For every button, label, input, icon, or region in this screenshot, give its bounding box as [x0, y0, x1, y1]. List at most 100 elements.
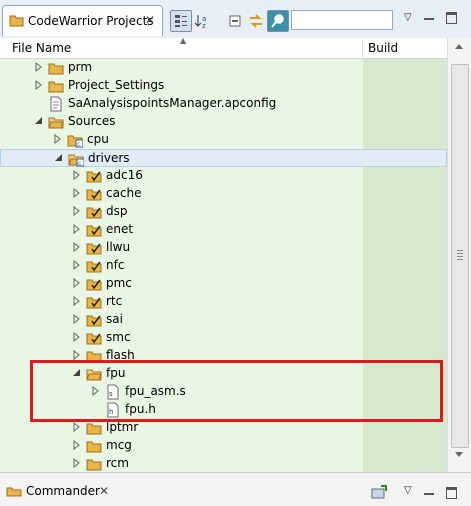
collapse-all-button[interactable]: [170, 10, 192, 32]
tree-row[interactable]: llwu: [0, 239, 447, 257]
collapsed-twisty-icon[interactable]: [72, 458, 82, 468]
collapsed-twisty-icon[interactable]: [72, 350, 82, 360]
tab-title: CodeWarrior Projects: [28, 14, 154, 28]
tree-row[interactable]: sai: [0, 311, 447, 329]
scroll-thumb[interactable]: [451, 64, 469, 448]
search-button[interactable]: [267, 10, 289, 32]
tree-row[interactable]: c cpu: [0, 131, 447, 149]
collapsed-twisty-icon[interactable]: [72, 278, 82, 288]
commander-icon: [6, 487, 22, 497]
collapsed-twisty-icon[interactable]: [72, 242, 82, 252]
close-icon[interactable]: ✕: [99, 484, 109, 498]
tree-item-label: lptmr: [106, 420, 139, 434]
folder-icon: [86, 423, 102, 435]
view-menu-icon[interactable]: ▽: [404, 12, 412, 23]
collapsed-twisty-icon[interactable]: [72, 188, 82, 198]
tree-row[interactable]: Project_Settings: [0, 77, 447, 95]
collapsed-twisty-icon[interactable]: [72, 224, 82, 234]
column-divider[interactable]: [362, 40, 363, 57]
tree-row[interactable]: dsp: [0, 203, 447, 221]
folder-icon: [86, 207, 102, 219]
build-column-header[interactable]: Build: [368, 41, 398, 55]
codewarrior-projects-tab[interactable]: CodeWarrior Projects ✕: [2, 5, 163, 36]
collapsed-twisty-icon[interactable]: [72, 440, 82, 450]
tree-row[interactable]: SaAnalysispointsManager.apconfig: [0, 95, 447, 113]
close-icon[interactable]: ✕: [145, 13, 155, 27]
scroll-up-icon[interactable]: [455, 44, 463, 49]
folder-icon: [86, 279, 102, 291]
collapsed-twisty-icon[interactable]: [72, 206, 82, 216]
collapsed-twisty-icon[interactable]: [72, 170, 82, 180]
folder-icon: [86, 171, 102, 183]
commander-action-icon[interactable]: [370, 485, 388, 499]
vertical-scrollbar[interactable]: [447, 38, 471, 472]
svg-text:c: c: [77, 141, 80, 148]
folder-icon: c: [67, 135, 83, 148]
tree-item-label: Project_Settings: [68, 78, 165, 92]
folder-icon: [48, 117, 64, 129]
tree-row[interactable]: enet: [0, 221, 447, 239]
maximize-icon[interactable]: [446, 487, 457, 499]
collapsed-twisty-icon[interactable]: [72, 296, 82, 306]
sort-button[interactable]: a z: [191, 10, 213, 32]
tree-item-label: llwu: [106, 240, 131, 254]
view-menu-icon[interactable]: ▽: [404, 485, 412, 496]
collapse-tree-button[interactable]: [224, 10, 246, 32]
collapsed-twisty-icon[interactable]: [72, 260, 82, 270]
tree-item-label: smc: [106, 330, 131, 344]
scroll-down-icon[interactable]: [455, 452, 463, 457]
collapsed-twisty-icon[interactable]: [53, 134, 63, 144]
collapsed-twisty-icon[interactable]: [34, 62, 44, 72]
tree-row[interactable]: adc16: [0, 167, 447, 185]
collapsed-twisty-icon[interactable]: [72, 422, 82, 432]
highlight-annotation: [30, 360, 443, 422]
commander-view-bar: Commander ✕ ▽: [0, 472, 471, 506]
maximize-icon[interactable]: [446, 12, 457, 24]
link-with-editor-button[interactable]: [245, 10, 267, 32]
scroll-grip: [457, 250, 463, 260]
tree-row[interactable]: cache: [0, 185, 447, 203]
folder-icon: [48, 63, 64, 75]
commander-title[interactable]: Commander: [26, 484, 100, 498]
tree-item-label: sai: [106, 312, 123, 326]
minimize-icon[interactable]: [424, 18, 434, 20]
tree-row[interactable]: Sources: [0, 113, 447, 131]
tree-row[interactable]: c drivers: [0, 149, 447, 167]
search-input[interactable]: [291, 10, 393, 30]
tree-row[interactable]: rcm: [0, 455, 447, 472]
tree-item-label: prm: [68, 60, 93, 74]
svg-text:z: z: [202, 22, 206, 29]
tree-item-label: pmc: [106, 276, 132, 290]
tree-row[interactable]: rtc: [0, 293, 447, 311]
tree-row[interactable]: smc: [0, 329, 447, 347]
search-icon: [271, 14, 284, 28]
view-toolbar: CodeWarrior Projects ✕ a z ▽: [0, 0, 471, 39]
folder-icon: [86, 261, 102, 273]
collapsed-twisty-icon[interactable]: [72, 314, 82, 324]
link-with-editor-icon: [250, 14, 262, 28]
file-name-column-header[interactable]: File Name: [12, 41, 71, 55]
tree-item-label: cpu: [87, 132, 109, 146]
tree-item-label: adc16: [106, 168, 143, 182]
expanded-twisty-icon[interactable]: [54, 153, 64, 163]
tree-item-label: cache: [106, 186, 142, 200]
tree-item-label: dsp: [106, 204, 128, 218]
projects-folder-icon: [9, 15, 24, 27]
expanded-twisty-icon[interactable]: [34, 116, 44, 126]
folder-icon: [86, 459, 102, 471]
folder-icon: [48, 81, 64, 93]
tree-row[interactable]: pmc: [0, 275, 447, 293]
collapse-all-icon: [175, 15, 187, 27]
tree-row[interactable]: prm: [0, 59, 447, 77]
tree-item-label: Sources: [68, 114, 116, 128]
folder-icon: [86, 333, 102, 345]
folder-icon: [86, 225, 102, 237]
collapsed-twisty-icon[interactable]: [72, 332, 82, 342]
collapsed-twisty-icon[interactable]: [34, 80, 44, 90]
tree-row[interactable]: nfc: [0, 257, 447, 275]
tree-item-label: nfc: [106, 258, 125, 272]
minimize-icon[interactable]: [424, 493, 434, 495]
tree-item-label: rtc: [106, 294, 123, 308]
column-headers: File Name ▲ Build: [0, 36, 471, 59]
tree-row[interactable]: mcg: [0, 437, 447, 455]
